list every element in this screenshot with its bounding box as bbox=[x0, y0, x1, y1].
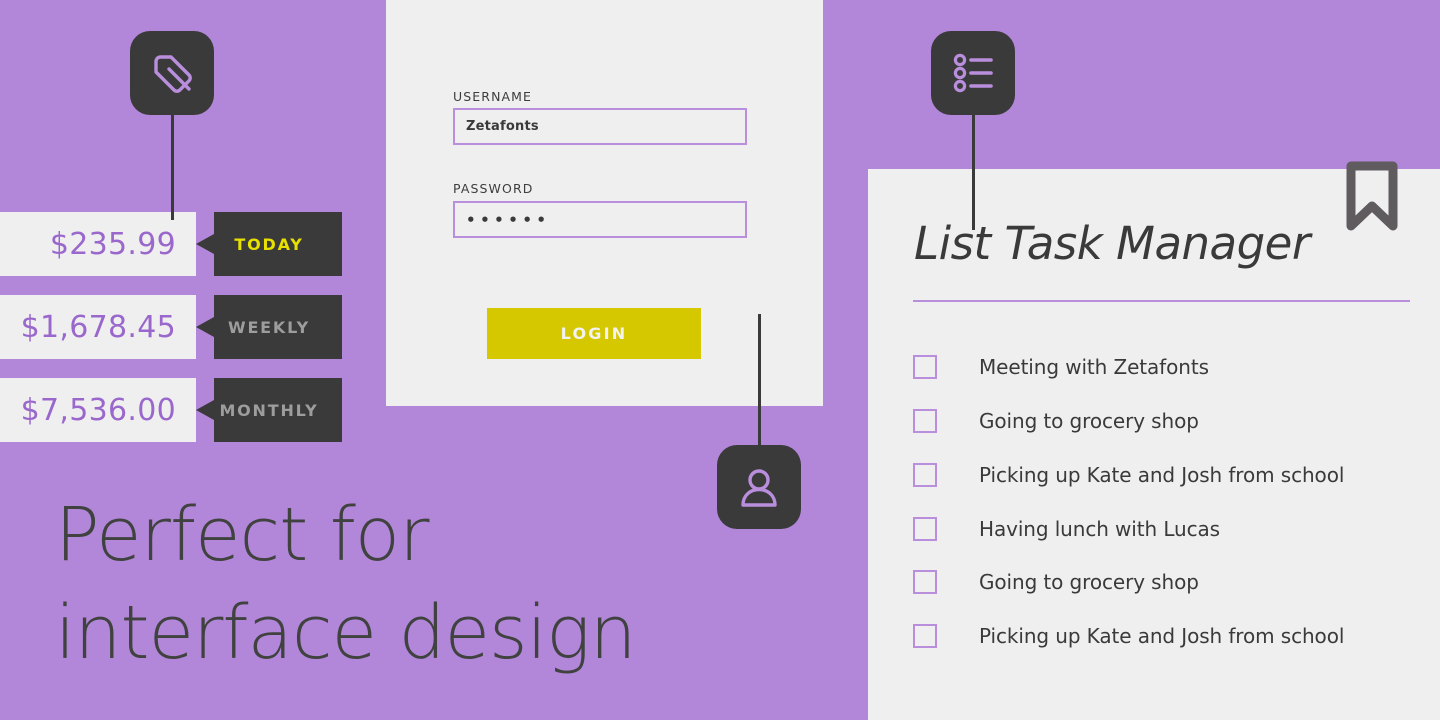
poster-canvas: $235.99 TODAY $1,678.45 WEEKLY $7,536.00… bbox=[0, 0, 1440, 720]
pricing-amount-weekly: $1,678.45 bbox=[20, 309, 176, 345]
task-label: Going to grocery shop bbox=[979, 409, 1199, 433]
task-title-divider bbox=[913, 300, 1410, 302]
tag-icon-badge[interactable] bbox=[130, 31, 214, 115]
headline-line-2: interface design bbox=[55, 590, 636, 676]
pricing-amount-monthly: $7,536.00 bbox=[20, 392, 176, 428]
headline: Perfect for interface design bbox=[55, 486, 815, 682]
pricing-period-today: TODAY bbox=[234, 234, 304, 254]
pricing-chip-monthly[interactable]: MONTHLY bbox=[196, 378, 342, 442]
task-item[interactable]: Having lunch with Lucas bbox=[913, 514, 1220, 544]
pricing-row-weekly[interactable]: $1,678.45 WEEKLY bbox=[0, 295, 342, 359]
login-button[interactable]: LOGIN bbox=[487, 308, 701, 359]
bookmark-icon-button[interactable] bbox=[1345, 160, 1399, 238]
task-label: Picking up Kate and Josh from school bbox=[979, 624, 1345, 648]
task-checkbox[interactable] bbox=[913, 355, 937, 379]
tag-icon bbox=[154, 55, 192, 93]
bookmark-icon bbox=[1346, 161, 1398, 231]
password-label: PASSWORD bbox=[453, 181, 534, 196]
list-icon bbox=[953, 53, 993, 93]
username-label: USERNAME bbox=[453, 89, 533, 104]
task-checkbox[interactable] bbox=[913, 570, 937, 594]
task-checkbox[interactable] bbox=[913, 463, 937, 487]
connector-line-list bbox=[972, 112, 975, 230]
task-label: Meeting with Zetafonts bbox=[979, 355, 1209, 379]
connector-line-user bbox=[758, 314, 761, 446]
headline-line-1: Perfect for bbox=[55, 492, 430, 578]
pricing-amount-today: $235.99 bbox=[49, 226, 176, 262]
pricing-row-monthly[interactable]: $7,536.00 MONTHLY bbox=[0, 378, 342, 442]
task-label: Having lunch with Lucas bbox=[979, 517, 1220, 541]
task-item[interactable]: Going to grocery shop bbox=[913, 406, 1199, 436]
task-item[interactable]: Meeting with Zetafonts bbox=[913, 352, 1209, 382]
pricing-period-monthly: MONTHLY bbox=[219, 400, 319, 420]
pricing-chip-weekly[interactable]: WEEKLY bbox=[196, 295, 342, 359]
task-item[interactable]: Going to grocery shop bbox=[913, 567, 1199, 597]
task-checkbox[interactable] bbox=[913, 624, 937, 648]
username-input[interactable]: Zetafonts bbox=[453, 108, 747, 145]
pricing-period-weekly: WEEKLY bbox=[228, 317, 310, 337]
password-value: •••••• bbox=[466, 210, 551, 229]
task-item[interactable]: Picking up Kate and Josh from school bbox=[913, 621, 1344, 651]
pricing-chip-today[interactable]: TODAY bbox=[196, 212, 342, 276]
pricing-row-today[interactable]: $235.99 TODAY bbox=[0, 212, 342, 276]
task-label: Picking up Kate and Josh from school bbox=[979, 463, 1345, 487]
list-icon-badge[interactable] bbox=[931, 31, 1015, 115]
task-panel: List Task Manager Meeting with Zetafonts… bbox=[868, 169, 1440, 720]
task-item[interactable]: Picking up Kate and Josh from school bbox=[913, 460, 1344, 490]
task-label: Going to grocery shop bbox=[979, 570, 1199, 594]
task-checkbox[interactable] bbox=[913, 409, 937, 433]
username-value: Zetafonts bbox=[466, 119, 539, 134]
task-checkbox[interactable] bbox=[913, 517, 937, 541]
connector-line-tag bbox=[171, 110, 174, 220]
password-input[interactable]: •••••• bbox=[453, 201, 747, 238]
